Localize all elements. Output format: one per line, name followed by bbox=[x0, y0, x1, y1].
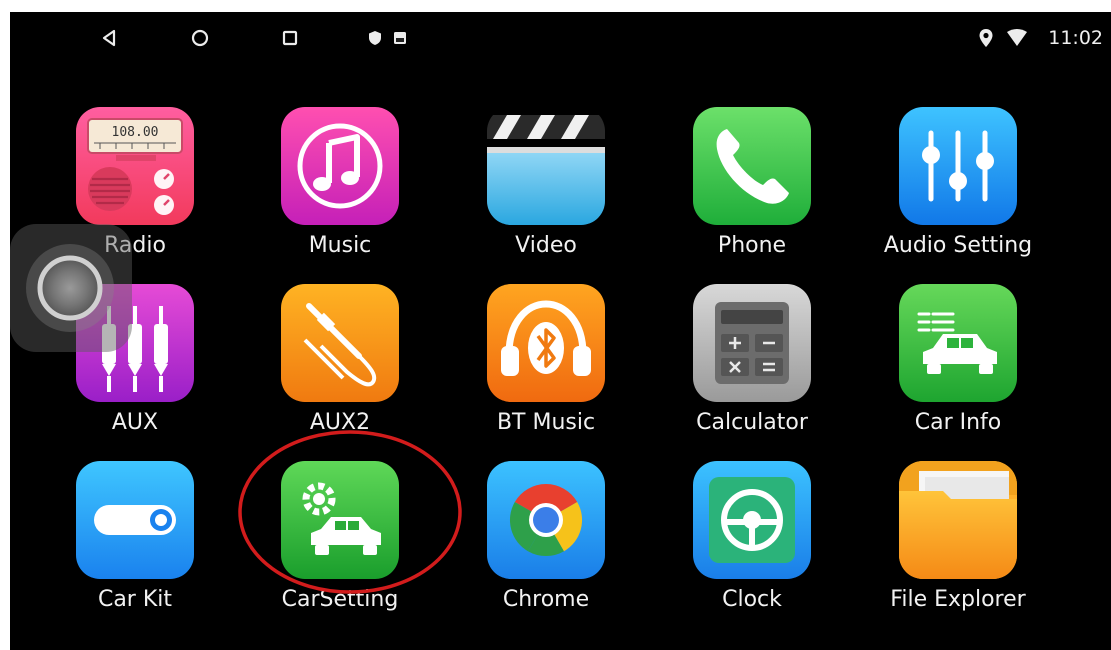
app-label: BT Music bbox=[496, 410, 596, 435]
back-icon[interactable] bbox=[95, 12, 123, 64]
sd-card-icon bbox=[390, 12, 410, 64]
app-phone[interactable]: Phone bbox=[652, 107, 852, 277]
toggle-switch-icon bbox=[76, 461, 194, 579]
app-car-info[interactable]: Car Info bbox=[858, 284, 1058, 454]
app-label: Car Info bbox=[914, 410, 1002, 435]
music-note-icon bbox=[281, 107, 399, 225]
home-screen: 11:02 108.00 Radio Music Video Phone Aud… bbox=[10, 12, 1111, 650]
app-label: File Explorer bbox=[890, 587, 1026, 612]
app-label: AUX bbox=[111, 410, 159, 435]
folder-icon bbox=[899, 461, 1017, 579]
home-icon[interactable] bbox=[186, 12, 214, 64]
phone-handset-icon bbox=[693, 107, 811, 225]
app-label: Music bbox=[308, 233, 372, 258]
bluetooth-headphones-icon bbox=[487, 284, 605, 402]
radio-frequency-text: 108.00 bbox=[112, 125, 159, 140]
calculator-icon bbox=[693, 284, 811, 402]
steering-clock-icon bbox=[693, 461, 811, 579]
app-calculator[interactable]: Calculator bbox=[652, 284, 852, 454]
clock-time: 11:02 bbox=[1048, 27, 1103, 49]
radio-icon: 108.00 bbox=[76, 107, 194, 225]
app-bt-music[interactable]: BT Music bbox=[446, 284, 646, 454]
status-bar: 11:02 bbox=[10, 12, 1111, 64]
assistive-touch-button[interactable] bbox=[10, 224, 132, 352]
car-info-icon bbox=[899, 284, 1017, 402]
app-clock[interactable]: Clock bbox=[652, 461, 852, 631]
app-chrome[interactable]: Chrome bbox=[446, 461, 646, 631]
app-file-explorer[interactable]: File Explorer bbox=[858, 461, 1058, 631]
location-pin-icon bbox=[975, 12, 997, 64]
shield-icon bbox=[365, 12, 385, 64]
highlight-circle bbox=[236, 427, 464, 597]
recents-icon[interactable] bbox=[276, 12, 304, 64]
clapperboard-icon bbox=[487, 107, 605, 225]
equalizer-icon bbox=[899, 107, 1017, 225]
chrome-icon bbox=[487, 461, 605, 579]
app-music[interactable]: Music bbox=[240, 107, 440, 277]
app-video[interactable]: Video bbox=[446, 107, 646, 277]
app-label: Video bbox=[515, 233, 577, 258]
app-label: Chrome bbox=[502, 587, 590, 612]
app-audio-setting[interactable]: Audio Setting bbox=[858, 107, 1058, 277]
audio-jack-icon bbox=[281, 284, 399, 402]
wifi-icon bbox=[1004, 12, 1030, 64]
app-label: Calculator bbox=[696, 410, 808, 435]
app-label: Audio Setting bbox=[883, 233, 1033, 258]
app-label: Phone bbox=[717, 233, 787, 258]
app-car-kit[interactable]: Car Kit bbox=[35, 461, 235, 631]
app-label: Clock bbox=[722, 587, 782, 612]
app-label: Car Kit bbox=[97, 587, 173, 612]
